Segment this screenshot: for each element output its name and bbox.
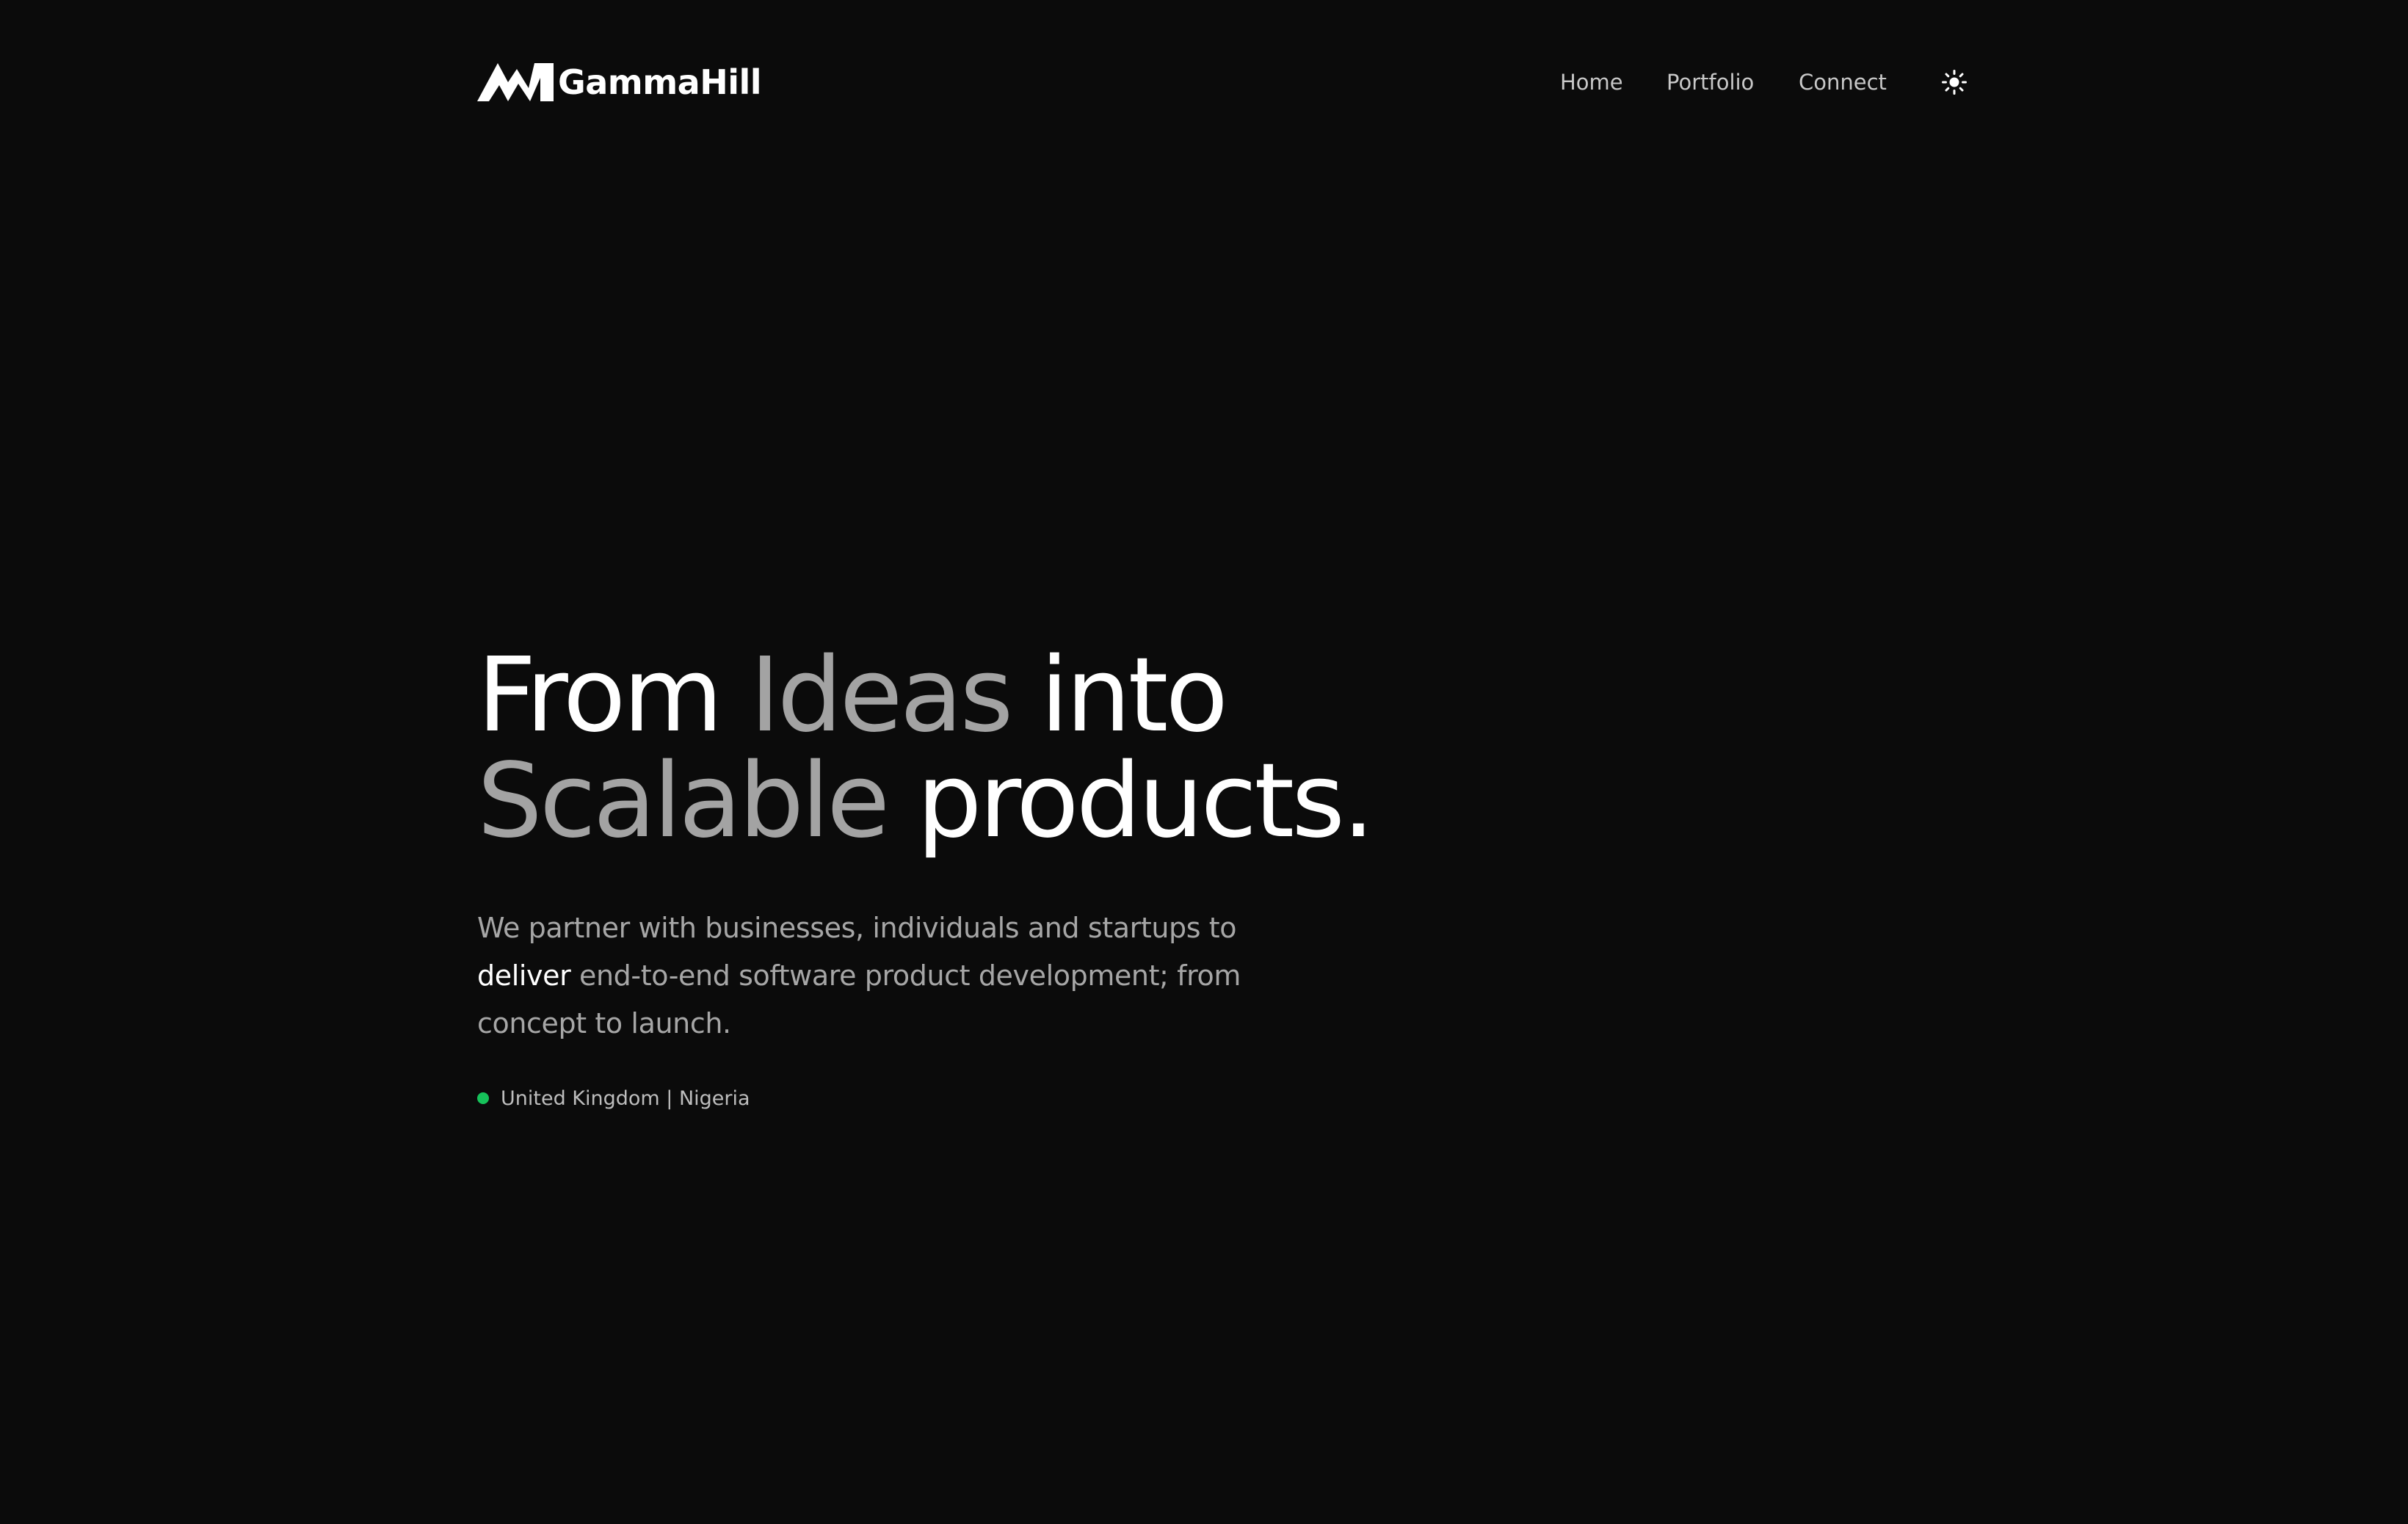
hero-subtitle-part2: end-to-end software product development;… xyxy=(477,959,1241,1039)
site-header: GammaHill Home Portfolio Connect xyxy=(477,56,1968,109)
hero-subtitle-part1: We partner with businesses, individuals … xyxy=(477,912,1237,944)
theme-toggle-button[interactable] xyxy=(1941,69,1968,95)
hero-title-word-from: From xyxy=(477,636,723,755)
hero-title: From Ideas into Scalable products. xyxy=(477,643,1375,854)
hero-title-word-into: into xyxy=(1040,636,1228,755)
nav-home[interactable]: Home xyxy=(1560,56,1623,109)
hero-title-word-ideas: Ideas xyxy=(750,636,1013,755)
location-text: United Kingdom | Nigeria xyxy=(501,1086,750,1110)
brand-logo-link[interactable]: GammaHill xyxy=(477,56,762,109)
nav-connect[interactable]: Connect xyxy=(1799,56,1887,109)
location-indicator: United Kingdom | Nigeria xyxy=(477,1084,750,1113)
hero-subtitle: We partner with businesses, individuals … xyxy=(477,904,1285,1048)
hero-subtitle-highlight: deliver xyxy=(477,959,571,992)
brand-name: GammaHill xyxy=(558,62,762,102)
mountain-logo-icon xyxy=(477,63,554,101)
hero-title-word-products: products. xyxy=(916,741,1375,861)
page: GammaHill Home Portfolio Connect From Id… xyxy=(0,0,2408,1524)
nav-portfolio[interactable]: Portfolio xyxy=(1667,56,1754,109)
status-dot-icon xyxy=(477,1092,489,1104)
sun-icon xyxy=(1942,70,1967,95)
hero-title-word-scalable: Scalable xyxy=(477,741,890,861)
